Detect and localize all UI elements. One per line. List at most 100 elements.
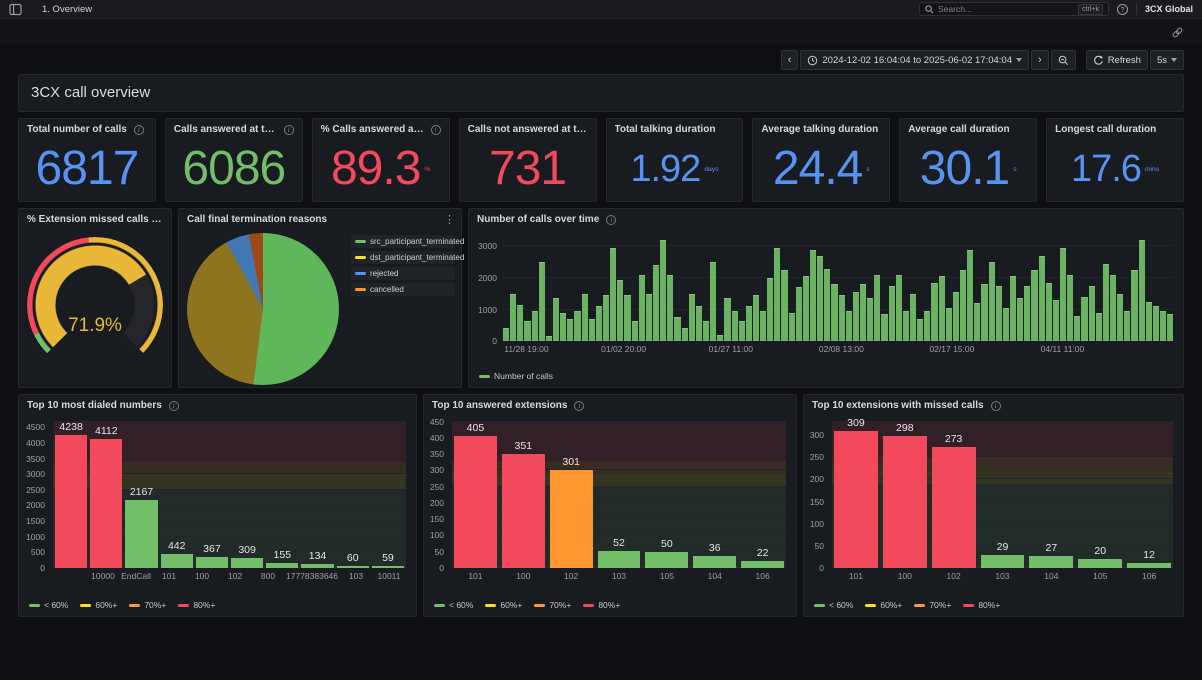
bar-column[interactable]: 29: [981, 421, 1025, 568]
timeseries-bar[interactable]: [567, 319, 573, 341]
timeseries-bar[interactable]: [632, 321, 638, 341]
timeseries-bar[interactable]: [939, 276, 945, 341]
timeseries-bar[interactable]: [582, 294, 588, 341]
timeseries-bar[interactable]: [610, 248, 616, 341]
timeseries-bar[interactable]: [874, 275, 880, 341]
legend-item[interactable]: 60%+: [485, 600, 522, 610]
timeseries-bar[interactable]: [1160, 311, 1166, 341]
info-icon[interactable]: i: [134, 125, 144, 135]
timeseries-bar[interactable]: [653, 265, 659, 341]
timeseries-bar[interactable]: [724, 298, 730, 341]
info-icon[interactable]: i: [284, 125, 294, 135]
timeseries-bar[interactable]: [703, 321, 709, 341]
info-icon[interactable]: i: [574, 401, 584, 411]
timeseries-bar[interactable]: [617, 280, 623, 341]
timeseries-bar[interactable]: [767, 278, 773, 341]
timeseries-bar[interactable]: [510, 294, 516, 341]
panel-title[interactable]: Call final termination reasons: [187, 214, 327, 225]
bar[interactable]: [693, 556, 736, 568]
bar-column[interactable]: 52: [598, 421, 641, 568]
timeseries-bar[interactable]: [981, 284, 987, 341]
bar-column[interactable]: 298: [883, 421, 927, 568]
breadcrumb[interactable]: 1. Overview: [42, 4, 92, 15]
timeseries-bar[interactable]: [1010, 276, 1016, 341]
legend-item[interactable]: 70%+: [129, 600, 166, 610]
refresh-interval-select[interactable]: 5s: [1150, 50, 1184, 70]
bar-column[interactable]: 273: [932, 421, 976, 568]
bar-column[interactable]: 309: [231, 421, 263, 568]
bar[interactable]: [90, 439, 122, 568]
legend-item[interactable]: < 60%: [29, 600, 68, 610]
info-icon[interactable]: i: [606, 215, 616, 225]
bar[interactable]: [372, 566, 404, 568]
timeseries-bar[interactable]: [546, 336, 552, 341]
bar-column[interactable]: 27: [1029, 421, 1073, 568]
legend-item[interactable]: rejected: [351, 267, 455, 280]
timeseries-bar[interactable]: [853, 292, 859, 341]
timeseries-bar[interactable]: [667, 275, 673, 341]
bar-column[interactable]: 301: [550, 421, 593, 568]
bar-column[interactable]: 155: [266, 421, 298, 568]
panel-title[interactable]: % Extension missed calls ratio: [27, 214, 163, 225]
timeseries-bar[interactable]: [739, 321, 745, 341]
info-icon[interactable]: i: [169, 401, 179, 411]
timeseries-bar[interactable]: [553, 298, 559, 341]
bar[interactable]: [196, 557, 228, 568]
timeseries-bar[interactable]: [996, 286, 1002, 341]
legend-item[interactable]: Number of calls: [479, 371, 553, 381]
panel-title[interactable]: Average call duration: [908, 124, 1009, 135]
legend-item[interactable]: 60%+: [80, 600, 117, 610]
bar-column[interactable]: 22: [741, 421, 784, 568]
timeseries-bar[interactable]: [946, 308, 952, 341]
panel-title[interactable]: Total talking duration: [615, 124, 716, 135]
timeseries-bar[interactable]: [1031, 270, 1037, 341]
bar-column[interactable]: 405: [454, 421, 497, 568]
panel-title[interactable]: Number of calls over time: [477, 214, 599, 225]
bar[interactable]: [337, 566, 369, 568]
timeseries-plot[interactable]: [503, 237, 1173, 341]
timeseries-bar[interactable]: [517, 305, 523, 341]
timeseries-bar[interactable]: [1110, 275, 1116, 341]
timeseries-bar[interactable]: [674, 317, 680, 341]
help-icon[interactable]: ?: [1117, 4, 1128, 15]
timeseries-bar[interactable]: [1146, 302, 1152, 341]
timeseries-bar[interactable]: [867, 298, 873, 341]
timeseries-bar[interactable]: [803, 276, 809, 341]
time-range-picker[interactable]: 2024-12-02 16:04:04 to 2025-06-02 17:04:…: [800, 50, 1029, 70]
bar[interactable]: [161, 554, 193, 568]
timeseries-bar[interactable]: [710, 262, 716, 341]
share-link-icon[interactable]: [1171, 26, 1184, 39]
timeseries-bar[interactable]: [760, 311, 766, 341]
legend-item[interactable]: 80%+: [178, 600, 215, 610]
search-input[interactable]: Search... ctrl+k: [919, 2, 1109, 16]
legend-item[interactable]: src_participant_terminated: [351, 235, 455, 248]
timeseries-bar[interactable]: [589, 319, 595, 341]
bar-column[interactable]: 134: [301, 421, 333, 568]
timeseries-bar[interactable]: [789, 313, 795, 341]
info-icon[interactable]: i: [431, 125, 441, 135]
bar[interactable]: [1029, 556, 1073, 568]
timeseries-bar[interactable]: [503, 328, 509, 341]
timeseries-bar[interactable]: [1074, 316, 1080, 341]
legend-item[interactable]: cancelled: [351, 283, 455, 296]
timeseries-bar[interactable]: [953, 292, 959, 341]
org-name[interactable]: 3CX Global: [1145, 4, 1193, 14]
timeseries-bar[interactable]: [889, 286, 895, 341]
legend-item[interactable]: dst_participant_terminated: [351, 251, 455, 264]
timeseries-bar[interactable]: [881, 314, 887, 341]
panel-title[interactable]: Calls answered at the end: [174, 124, 277, 135]
zoom-out-button[interactable]: [1051, 50, 1076, 70]
bar[interactable]: [301, 564, 333, 568]
timeseries-bar[interactable]: [774, 248, 780, 341]
timeseries-bar[interactable]: [974, 303, 980, 341]
timeseries-bar[interactable]: [624, 295, 630, 341]
legend-item[interactable]: 70%+: [914, 600, 951, 610]
timeseries-bar[interactable]: [717, 335, 723, 341]
timeseries-bar[interactable]: [639, 275, 645, 341]
timeseries-bar[interactable]: [539, 262, 545, 341]
bar-column[interactable]: 20: [1078, 421, 1122, 568]
bar-plot[interactable]: 40535130152503622: [452, 421, 786, 568]
timeseries-bar[interactable]: [524, 321, 530, 341]
legend-item[interactable]: 80%+: [583, 600, 620, 610]
time-shift-back-button[interactable]: ‹: [781, 50, 799, 70]
